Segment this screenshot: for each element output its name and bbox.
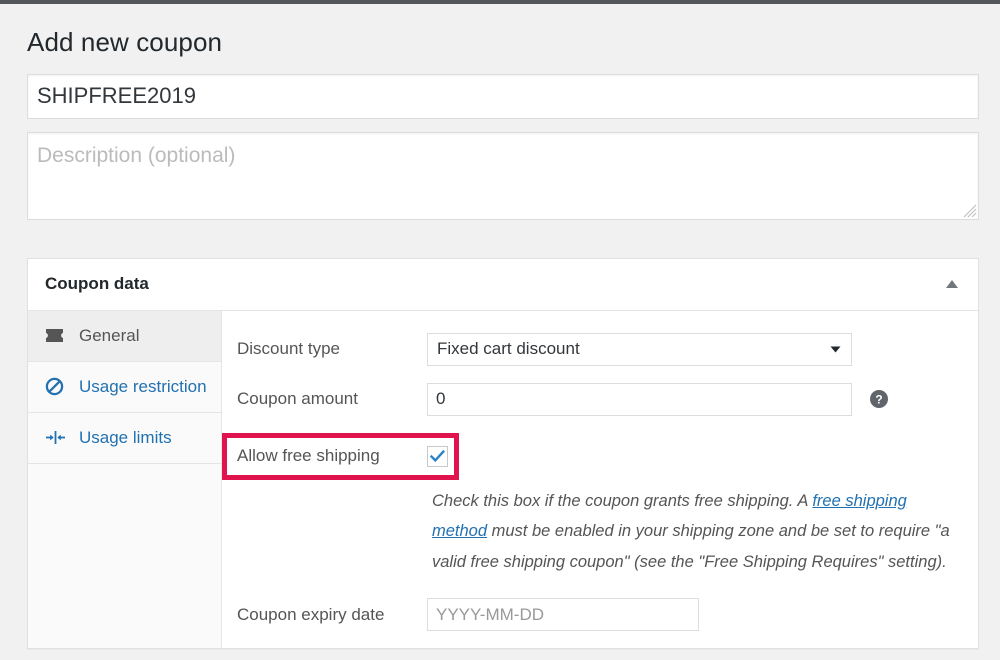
allow-free-shipping-checkbox[interactable] (427, 445, 448, 467)
coupon-data-panel-header[interactable]: Coupon data (28, 259, 978, 311)
discount-type-select[interactable]: Fixed cart discount (427, 332, 852, 366)
coupon-code-input[interactable] (27, 73, 979, 119)
discount-type-row: Discount type Fixed cart discount (222, 332, 978, 366)
coupon-expiry-date-input[interactable] (427, 598, 699, 632)
discount-type-value: Fixed cart discount (437, 339, 580, 359)
coupon-expiry-date-row: Coupon expiry date (222, 598, 978, 632)
tab-general[interactable]: General (28, 310, 221, 362)
coupon-data-panel: Coupon data General Usage restriction Us… (27, 257, 979, 650)
checkmark-icon (430, 449, 445, 462)
coupon-amount-input[interactable] (427, 382, 852, 416)
coupon-data-tabs: General Usage restriction Usage limits (28, 310, 222, 649)
coupon-code-field-wrap (27, 73, 979, 119)
coupon-expiry-date-label: Coupon expiry date (237, 604, 385, 624)
tab-usage-limits[interactable]: Usage limits (28, 413, 221, 464)
allow-free-shipping-label: Allow free shipping (237, 446, 380, 466)
page-title: Add new coupon (27, 27, 223, 57)
help-text-after: must be enabled in your shipping zone an… (432, 522, 950, 571)
limit-arrows-icon (45, 429, 68, 446)
chevron-up-icon[interactable] (942, 274, 962, 294)
coupon-data-panel-title: Coupon data (45, 274, 149, 294)
tab-usage-restriction[interactable]: Usage restriction (28, 362, 221, 413)
description-textarea[interactable] (27, 131, 979, 220)
allow-free-shipping-help-text: Check this box if the coupon grants free… (222, 486, 978, 578)
help-question-icon[interactable]: ? (870, 390, 888, 409)
coupon-data-panel-body: General Usage restriction Usage limits D… (28, 310, 978, 649)
page-container: Add new coupon Coupon data (0, 4, 1000, 650)
block-circle-icon (45, 377, 68, 396)
allow-free-shipping-section: Allow free shipping Check this box if th… (222, 432, 978, 578)
tab-usage-restriction-label: Usage restriction (79, 377, 207, 397)
tab-general-label: General (79, 326, 140, 346)
coupon-amount-row: Coupon amount ? (222, 382, 978, 416)
description-field-wrap (27, 131, 979, 220)
allow-free-shipping-row: Allow free shipping (222, 433, 978, 480)
coupon-amount-label: Coupon amount (237, 389, 358, 409)
discount-type-label: Discount type (237, 339, 340, 359)
tab-usage-limits-label: Usage limits (79, 428, 172, 448)
ticket-icon (45, 328, 68, 343)
help-text-before: Check this box if the coupon grants free… (432, 491, 813, 510)
general-options-panel: Discount type Fixed cart discount Coupon… (222, 310, 978, 649)
svg-text:?: ? (875, 393, 882, 407)
chevron-down-icon (830, 346, 841, 353)
